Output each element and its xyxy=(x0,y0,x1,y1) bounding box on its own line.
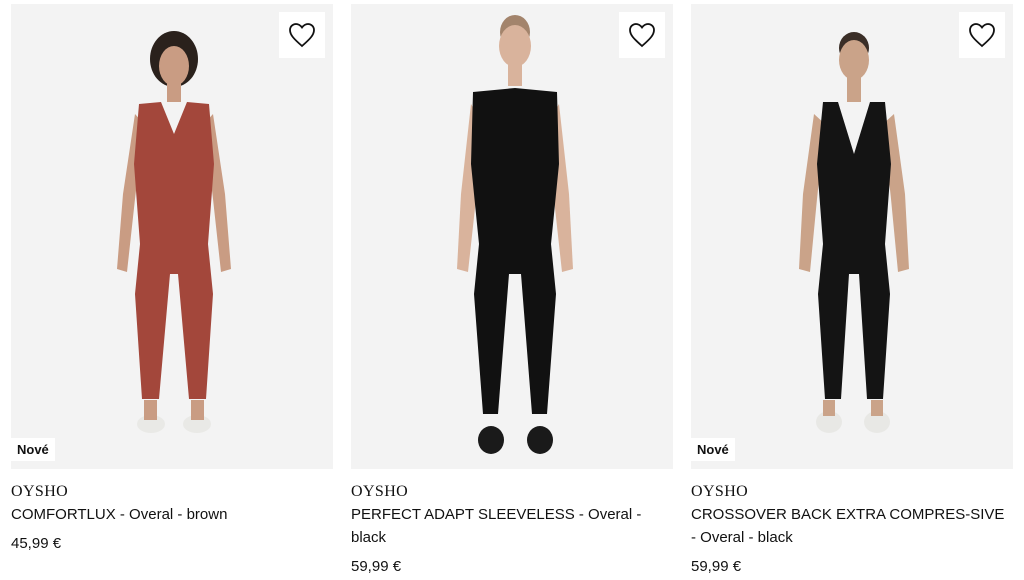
product-card[interactable]: Nové OYSHO COMFORTLUX - Overal - brown 4… xyxy=(11,4,333,554)
heart-outline-icon xyxy=(969,23,995,48)
product-name[interactable]: PERFECT ADAPT SLEEVELESS - Overal - blac… xyxy=(351,503,673,549)
model-figure xyxy=(117,31,231,433)
product-brand: OYSHO xyxy=(691,483,749,500)
product-price: 59,99 € xyxy=(691,558,742,575)
product-card[interactable]: OYSHO PERFECT ADAPT SLEEVELESS - Overal … xyxy=(351,4,673,577)
new-badge: Nové xyxy=(11,438,55,461)
product-price: 45,99 € xyxy=(11,535,62,552)
favorite-button[interactable] xyxy=(619,12,665,58)
product-name[interactable]: CROSSOVER BACK EXTRA COMPRES-SIVE - Over… xyxy=(691,503,1013,549)
product-image[interactable] xyxy=(351,4,673,469)
product-brand: OYSHO xyxy=(351,483,409,500)
heart-outline-icon xyxy=(289,23,315,48)
product-brand: OYSHO xyxy=(11,483,69,500)
new-badge: Nové xyxy=(691,438,735,461)
favorite-button[interactable] xyxy=(279,12,325,58)
model-figure xyxy=(799,32,909,433)
product-image[interactable]: Nové xyxy=(691,4,1013,469)
product-card[interactable]: Nové OYSHO CROSSOVER BACK EXTRA COMPRES-… xyxy=(691,4,1013,577)
product-price: 59,99 € xyxy=(351,558,402,575)
model-figure xyxy=(457,15,573,454)
product-image[interactable]: Nové xyxy=(11,4,333,469)
heart-outline-icon xyxy=(629,23,655,48)
product-name[interactable]: COMFORTLUX - Overal - brown xyxy=(11,503,333,526)
favorite-button[interactable] xyxy=(959,12,1005,58)
